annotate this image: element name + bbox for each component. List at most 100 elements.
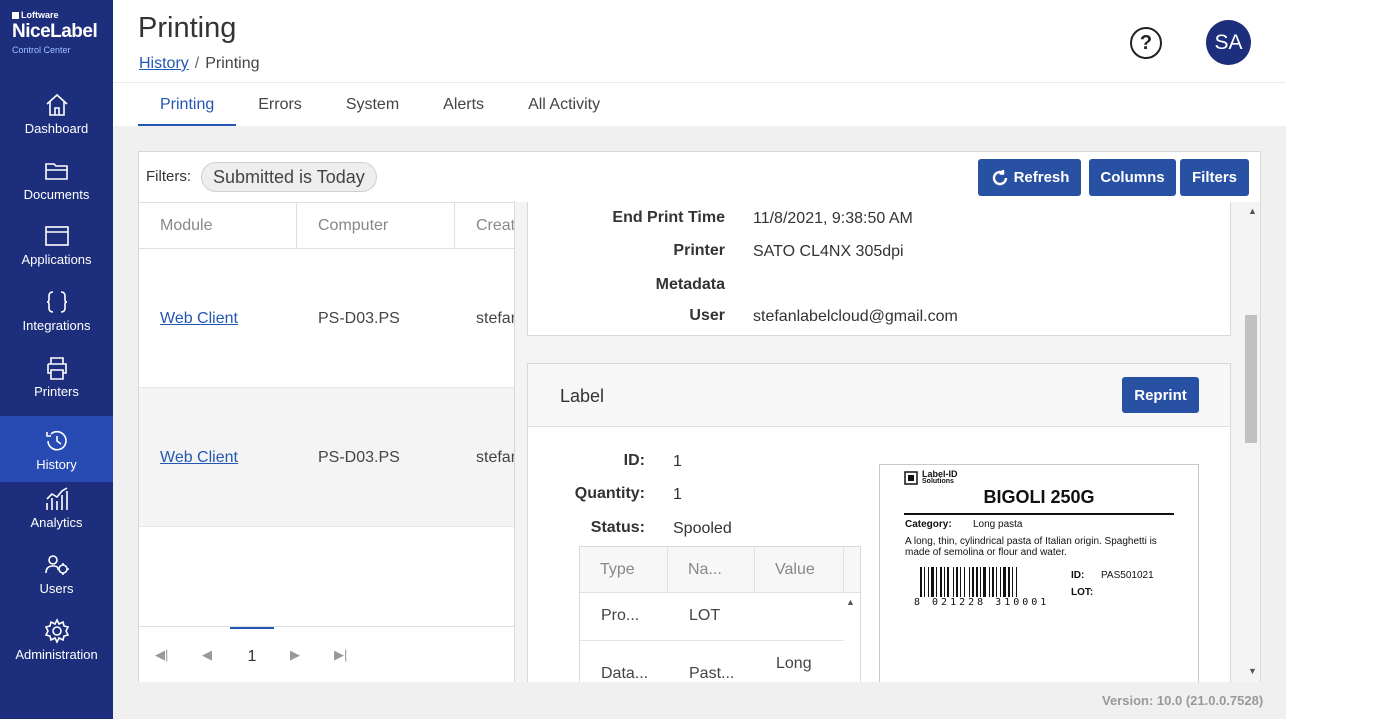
scroll-up-icon[interactable]: ▲ (1248, 206, 1257, 216)
created-cell: stefanlabelcloud (476, 449, 514, 466)
braces-icon (46, 290, 67, 313)
nav-label: History (36, 456, 77, 472)
module-link[interactable]: Web Client (160, 310, 238, 327)
status-value: Spooled (673, 520, 732, 537)
home-icon (45, 93, 68, 116)
label-id-value: 1 (673, 453, 682, 470)
scroll-down-icon[interactable]: ▼ (1248, 666, 1257, 676)
barcode-bar (940, 567, 942, 597)
nav-label: Users (39, 580, 74, 596)
nav-history[interactable]: History (0, 416, 113, 482)
nav-printers[interactable]: Printers (0, 343, 113, 409)
nav-label: Analytics (30, 514, 83, 530)
nav-label: Administration (15, 646, 98, 662)
avatar[interactable]: SA (1206, 20, 1251, 65)
tab-bar: Printing Errors System Alerts All Activi… (138, 84, 622, 126)
brand-sub: Control Center (12, 45, 71, 55)
filter-chip[interactable]: Submitted is Today (201, 162, 377, 192)
table-scroll-up-icon[interactable]: ▲ (846, 597, 855, 607)
brand-logo[interactable]: Loftware NiceLabel Control Center (12, 10, 107, 55)
variables-table: Type Na... Value Pro... LOT Data... Past… (579, 546, 861, 682)
column-header-module[interactable]: Module (139, 203, 297, 249)
var-name-cell: Past... (689, 665, 735, 682)
window-icon (44, 225, 69, 246)
reprint-button[interactable]: Reprint (1122, 377, 1199, 413)
status-label: Status: (590, 519, 645, 536)
nav-documents[interactable]: Documents (0, 146, 113, 212)
label-preview: Label-ID Solutions BIGOLI 250G Category:… (879, 464, 1199, 682)
nav-administration[interactable]: Administration (0, 606, 113, 672)
preview-description: A long, thin, cylindrical pasta of Itali… (905, 536, 1157, 558)
module-link[interactable]: Web Client (160, 449, 238, 466)
details-pane: End Print Time 11/8/2021, 9:38:50 AM Pri… (514, 202, 1260, 682)
column-header-type[interactable]: Type (580, 547, 668, 593)
barcode-bar (924, 567, 925, 597)
print-details-card: End Print Time 11/8/2021, 9:38:50 AM Pri… (527, 202, 1231, 336)
nav-dashboard[interactable]: Dashboard (0, 80, 113, 146)
first-page-icon[interactable]: ◀​| (155, 647, 168, 663)
end-print-time-label: End Print Time (612, 209, 725, 226)
barcode-bar (1012, 567, 1013, 597)
tab-system[interactable]: System (324, 84, 421, 126)
page-number[interactable]: 1 (230, 627, 274, 683)
preview-lot-label: LOT: (1071, 587, 1094, 598)
computer-cell: PS-D03.PS (318, 449, 400, 466)
next-page-icon[interactable]: ▶ (290, 647, 300, 663)
filters-button[interactable]: Filters (1180, 159, 1249, 196)
column-header-name[interactable]: Na... (668, 547, 755, 593)
barcode-bar (947, 567, 949, 597)
table-row[interactable]: Web Client PS-D03.PS stefanlabelcloud (139, 388, 514, 527)
scrollbar-thumb[interactable] (1245, 315, 1257, 443)
barcode-bar (960, 567, 961, 597)
nav-applications[interactable]: Applications (0, 211, 113, 277)
table-row[interactable]: Web Client PS-D03.PS stefanlabelcloud (139, 249, 514, 388)
tab-errors[interactable]: Errors (236, 84, 324, 126)
columns-button[interactable]: Columns (1089, 159, 1176, 196)
refresh-button[interactable]: Refresh (978, 159, 1081, 196)
nav-analytics[interactable]: Analytics (0, 474, 113, 540)
brand-product: NiceLabel (12, 21, 98, 42)
nav-label: Integrations (22, 317, 91, 333)
logo-line2: Solutions (922, 478, 954, 485)
version-text: Version: 10.0 (21.0.0.7528) (1102, 693, 1264, 708)
column-header-created[interactable]: Created (455, 203, 514, 249)
last-page-icon[interactable]: ▶| (334, 647, 347, 663)
column-header-computer[interactable]: Computer (297, 203, 455, 249)
tab-all-activity[interactable]: All Activity (506, 84, 622, 126)
barcode-bar (944, 567, 945, 597)
label-id-label: ID: (623, 452, 645, 469)
preview-id: PAS501021 (1101, 570, 1154, 581)
barcode-bar (996, 567, 997, 597)
nav-label: Applications (21, 251, 92, 267)
printer-value: SATO CL4NX 305dpi (753, 243, 904, 260)
users-icon (44, 554, 69, 575)
var-type-cell: Pro... (601, 607, 640, 624)
quantity-label: Quantity: (574, 485, 645, 502)
nav-integrations[interactable]: Integrations (0, 277, 113, 343)
history-icon (45, 430, 67, 450)
barcode-bar (1008, 567, 1010, 597)
barcode (920, 567, 1046, 601)
breadcrumb-history-link[interactable]: History (139, 55, 189, 72)
nav-users[interactable]: Users (0, 540, 113, 606)
barcode-bar (936, 567, 937, 597)
barcode-bar (1003, 567, 1006, 597)
var-type-cell: Data... (601, 665, 649, 682)
page-title: Printing (138, 12, 237, 44)
barcode-bar (928, 567, 929, 597)
barcode-bar (920, 567, 922, 597)
prev-page-icon[interactable]: ◀ (202, 647, 212, 663)
computer-cell: PS-D03.PS (318, 310, 400, 327)
tab-printing[interactable]: Printing (138, 84, 237, 126)
printer-label: Printer (673, 242, 725, 259)
column-header-value[interactable]: Value (755, 547, 844, 593)
tab-alerts[interactable]: Alerts (421, 84, 506, 126)
preview-category-label: Category: (905, 519, 952, 530)
grid-header: Module Computer Created (139, 202, 514, 249)
help-icon[interactable]: ? (1130, 27, 1162, 59)
barcode-bar (953, 567, 954, 597)
barcode-bar (992, 567, 994, 597)
barcode-bar (969, 567, 970, 597)
barcode-bar (1016, 567, 1017, 597)
barcode-bar (931, 567, 934, 597)
